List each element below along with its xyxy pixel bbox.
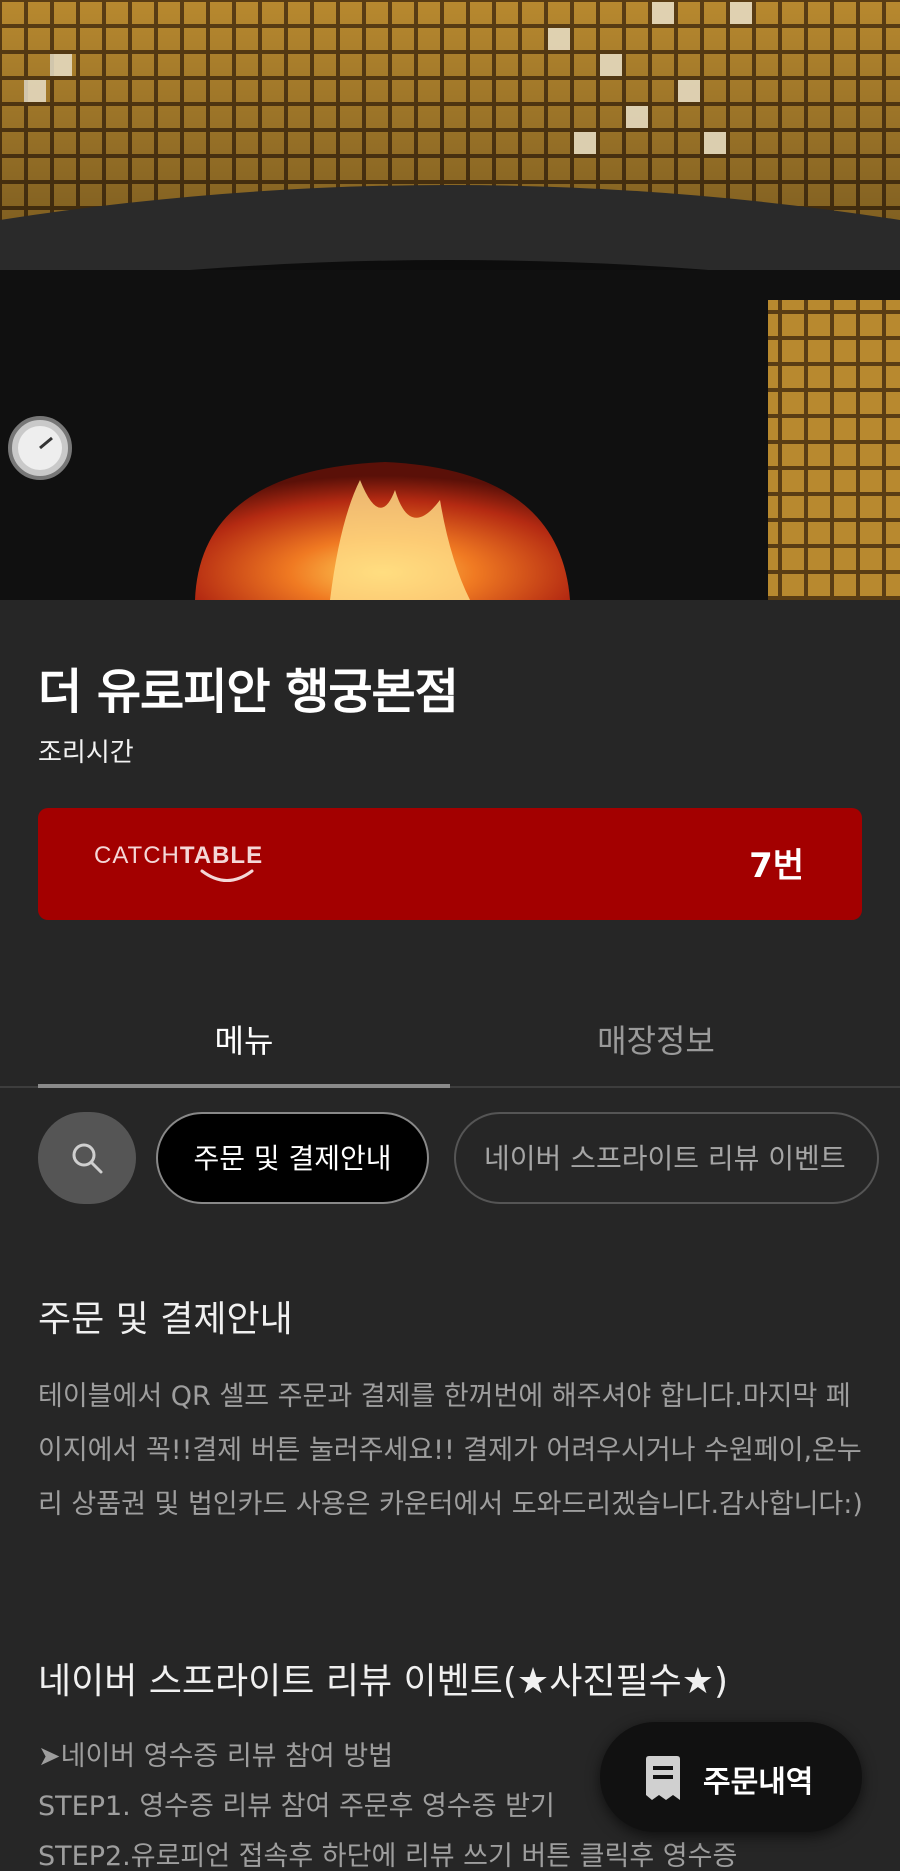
chip-order-payment-guide[interactable]: 주문 및 결제안내	[156, 1112, 429, 1204]
chip-naver-review-event[interactable]: 네이버 스프라이트 리뷰 이벤트	[454, 1112, 879, 1204]
catchtable-logo-light: CATCH	[94, 842, 180, 869]
tab-menu[interactable]: 메뉴	[38, 1016, 450, 1062]
tab-store-info[interactable]: 매장정보	[450, 1016, 862, 1062]
store-hero-image	[0, 0, 900, 600]
order-history-label: 주문내역	[703, 1765, 814, 1800]
tab-bar: 메뉴 매장정보	[0, 980, 900, 1088]
catchtable-waiting-banner[interactable]: CATCHTABLE 7번	[38, 808, 862, 920]
catchtable-logo-bold: TABLE	[179, 842, 264, 869]
active-tab-indicator	[38, 1084, 450, 1088]
review-step-line: STEP2.유로피언 접속후 하단에 리뷰 쓰기 버튼 클릭후 영수증	[38, 1841, 738, 1871]
waiting-number: 7번	[749, 846, 804, 886]
section-title-naver-review: 네이버 스프라이트 리뷰 이벤트(★사진필수★)	[38, 1661, 729, 1702]
search-button[interactable]	[38, 1112, 136, 1204]
section-body-order-payment: 테이블에서 QR 셀프 주문과 결제를 한꺼번에 해주셔야 합니다.마지막 페이…	[38, 1381, 863, 1520]
catchtable-smile-icon	[200, 869, 254, 882]
store-name: 더 유로피안 행궁본점	[38, 664, 459, 720]
catchtable-logo: CATCHTABLE	[94, 842, 263, 870]
receipt-icon	[646, 1756, 680, 1800]
cook-time-label: 조리시간	[38, 738, 134, 768]
search-icon	[72, 1143, 103, 1174]
order-history-button[interactable]: 주문내역	[600, 1722, 862, 1832]
category-chips: 주문 및 결제안내 네이버 스프라이트 리뷰 이벤트	[0, 1112, 900, 1208]
section-title-order-payment: 주문 및 결제안내	[38, 1299, 293, 1340]
